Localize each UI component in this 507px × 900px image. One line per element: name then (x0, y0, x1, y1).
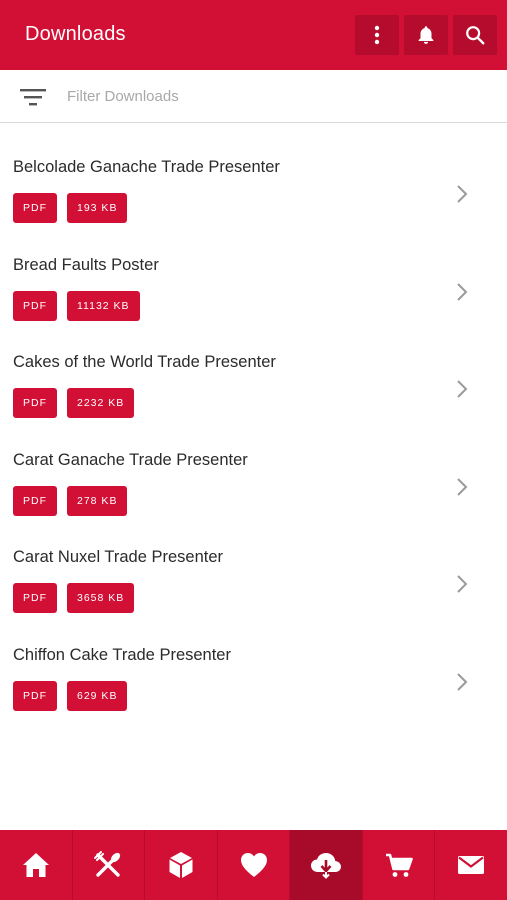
more-vertical-icon (374, 25, 380, 45)
chevron-right-icon (457, 478, 468, 496)
nav-home[interactable] (0, 830, 73, 900)
products-icon (169, 852, 193, 878)
item-title: Chiffon Cake Trade Presenter (13, 645, 231, 664)
home-icon (22, 853, 49, 877)
page-title: Downloads (25, 23, 126, 45)
list-item[interactable]: Cakes of the World Trade Presenter PDF 2… (0, 319, 507, 419)
nav-mail[interactable] (435, 830, 507, 900)
list-item[interactable]: Chiffon Cake Trade Presenter PDF 629 KB (0, 612, 507, 711)
chevron-right-icon (457, 282, 468, 301)
item-title: Belcolade Ganache Trade Presenter (13, 158, 280, 176)
file-size-badge: 629 KB (67, 680, 128, 711)
nav-cart[interactable] (363, 830, 436, 900)
nav-favorites[interactable] (218, 830, 291, 900)
file-size-badge: 193 KB (67, 193, 128, 223)
list-item[interactable]: Carat Ganache Trade Presenter PDF 278 KB (0, 417, 507, 516)
item-title: Bread Faults Poster (13, 255, 159, 274)
filter-input[interactable] (67, 84, 467, 108)
nav-recipes[interactable] (73, 830, 146, 900)
notifications-button[interactable] (404, 15, 448, 55)
file-type-badge: PDF (13, 193, 57, 223)
search-icon (466, 26, 485, 45)
file-size-badge: 11132 KB (67, 290, 140, 321)
filter-icon[interactable] (20, 87, 46, 107)
list-item[interactable]: Carat Nuxel Trade Presenter PDF 3658 KB (0, 514, 507, 614)
mail-icon (458, 856, 485, 874)
downloads-icon (311, 853, 342, 879)
list-item[interactable]: Bread Faults Poster PDF 11132 KB (0, 222, 507, 321)
recipes-icon (94, 851, 121, 877)
item-title: Carat Nuxel Trade Presenter (13, 548, 224, 567)
file-type-badge: PDF (13, 583, 57, 614)
app-bar: Downloads (0, 0, 507, 70)
file-size-badge: 3658 KB (67, 583, 135, 614)
chevron-right-icon (457, 380, 468, 398)
filter-bar (0, 70, 507, 123)
file-size-badge: 2232 KB (67, 388, 135, 419)
bottom-nav (0, 830, 507, 900)
nav-products[interactable] (145, 830, 218, 900)
chevron-right-icon (457, 575, 468, 594)
more-button[interactable] (355, 15, 399, 55)
nav-downloads[interactable] (290, 830, 363, 900)
chevron-right-icon (457, 673, 468, 691)
file-size-badge: 278 KB (67, 485, 128, 516)
search-button[interactable] (453, 15, 497, 55)
file-type-badge: PDF (13, 290, 57, 321)
file-type-badge: PDF (13, 388, 57, 419)
file-type-badge: PDF (13, 680, 57, 711)
favorites-icon (240, 853, 267, 877)
item-title: Cakes of the World Trade Presenter (13, 353, 276, 372)
bell-icon (418, 26, 434, 44)
list-item[interactable]: Belcolade Ganache Trade Presenter PDF 19… (0, 124, 507, 223)
item-title: Carat Ganache Trade Presenter (13, 450, 248, 469)
chevron-right-icon (457, 185, 468, 203)
downloads-list: Belcolade Ganache Trade Presenter PDF 19… (0, 124, 507, 711)
file-type-badge: PDF (13, 485, 57, 516)
cart-icon (385, 853, 413, 877)
